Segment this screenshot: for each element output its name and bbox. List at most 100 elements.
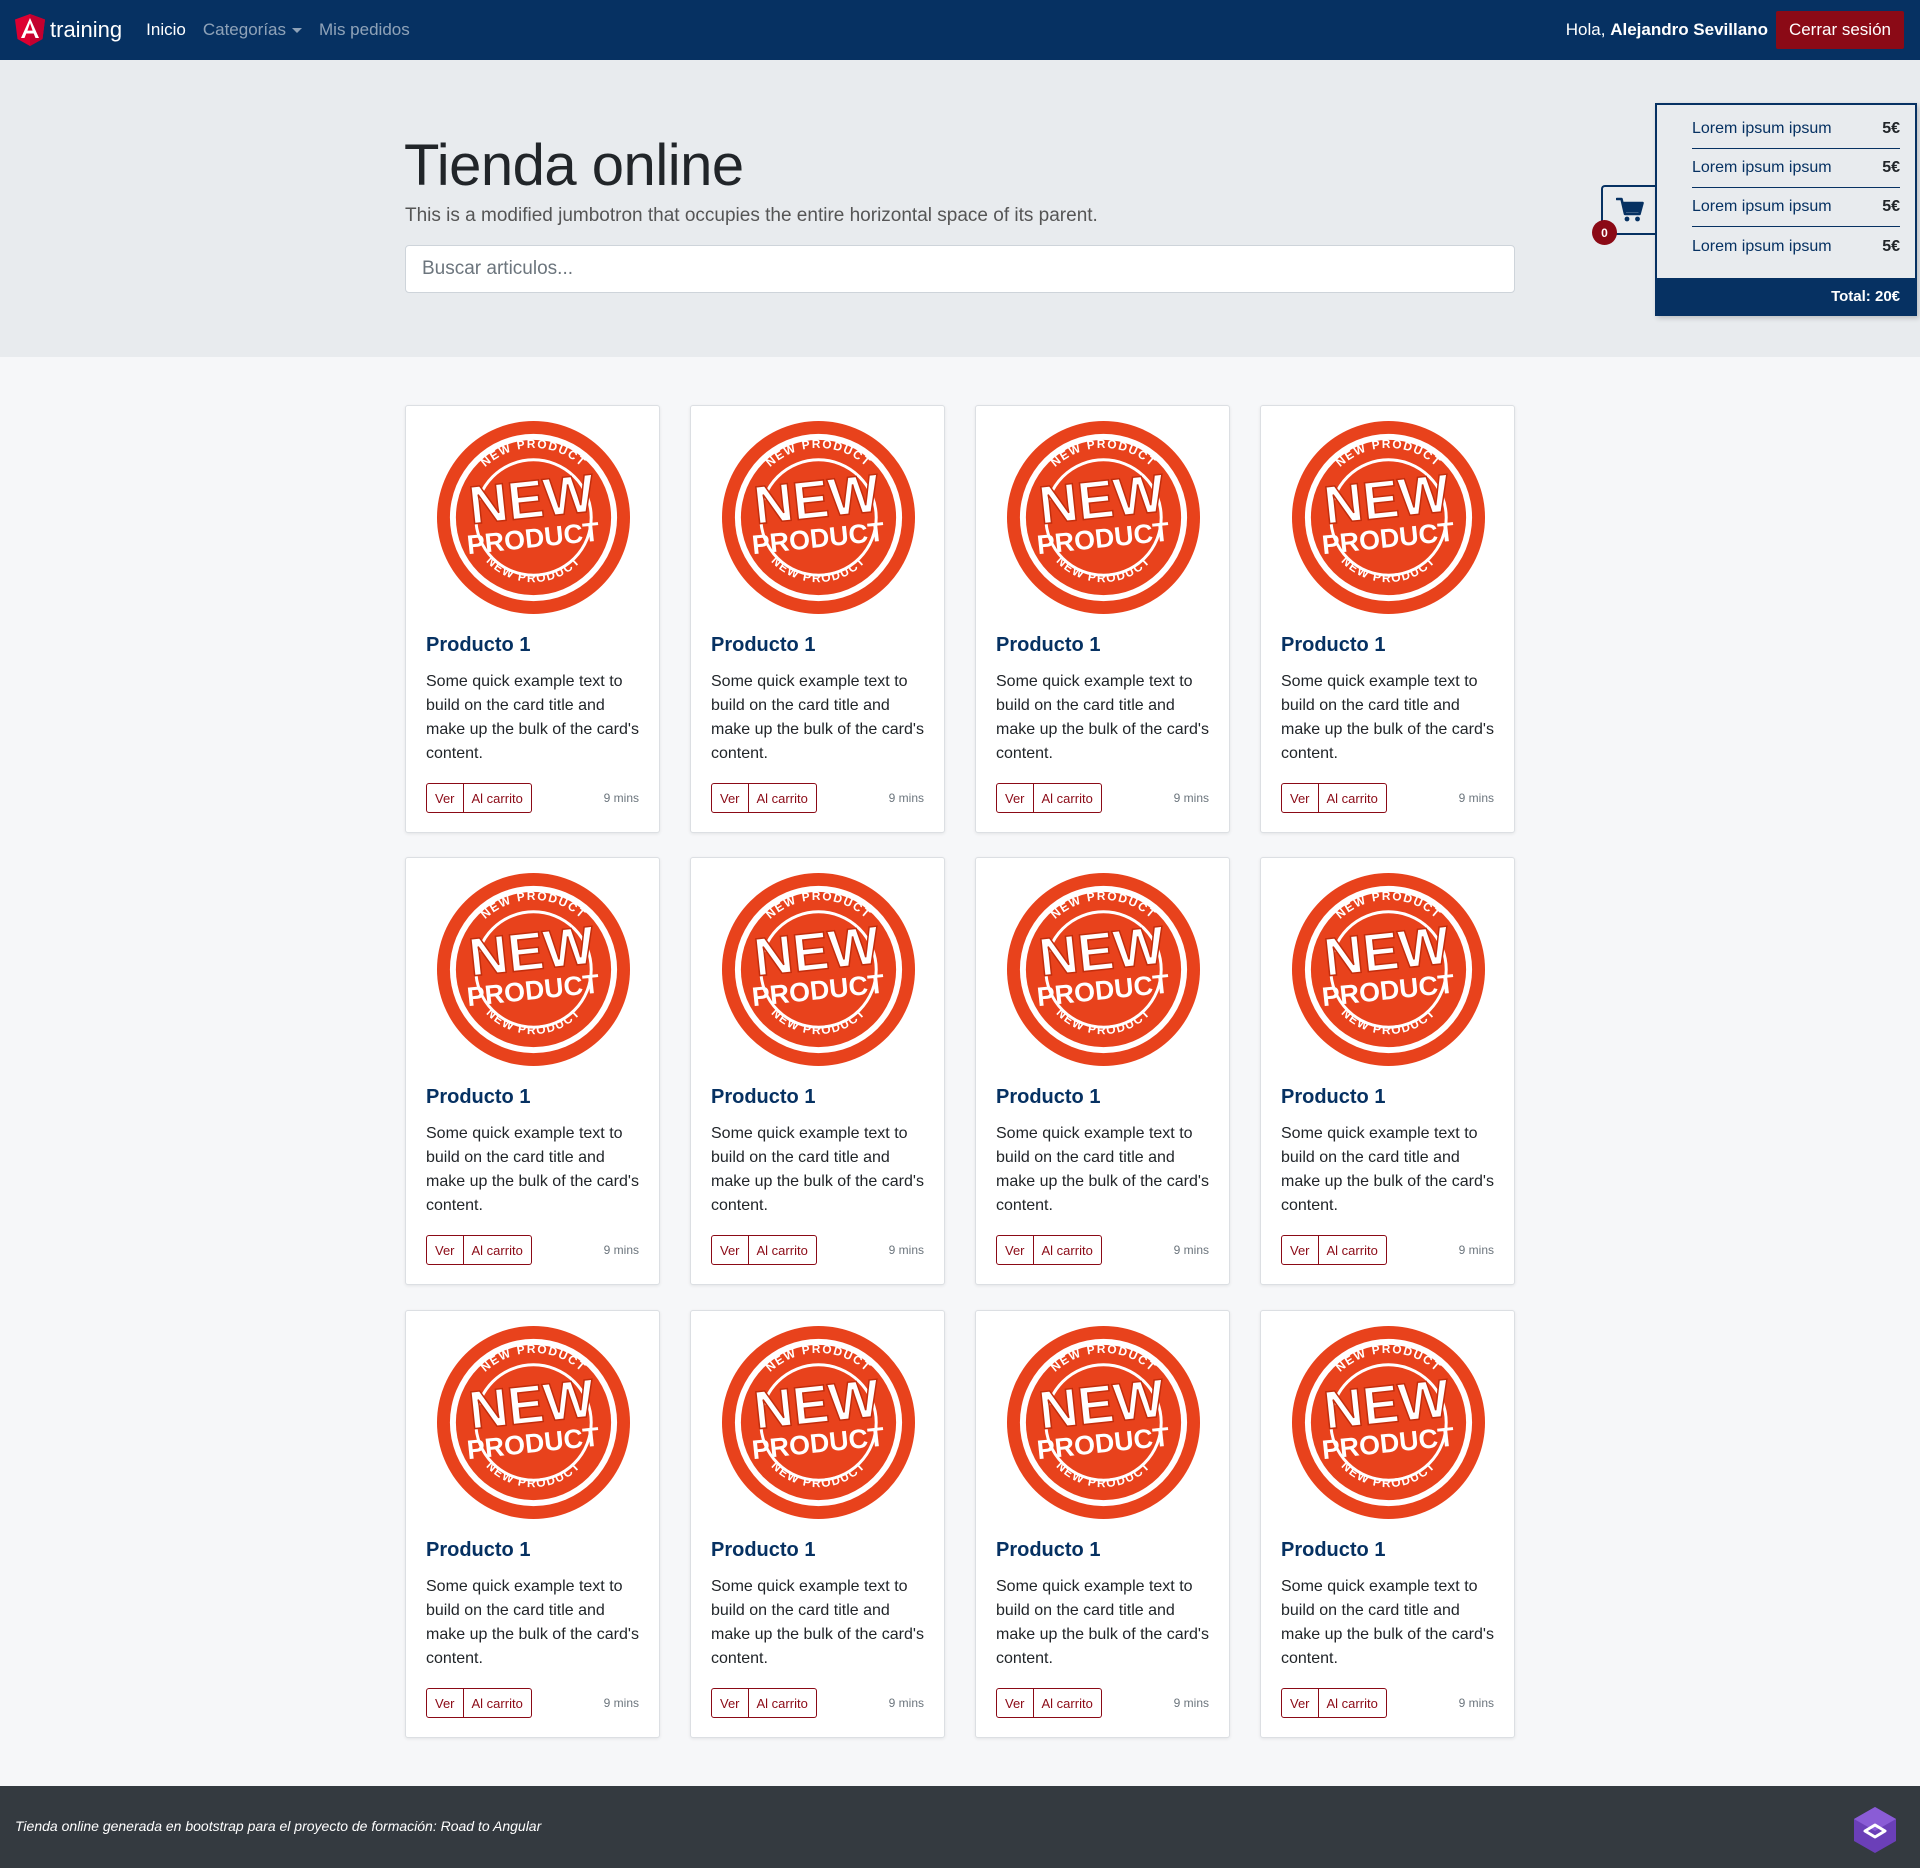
new-product-stamp-icon: NEW PRODUCTNEW PRODUCTNEWPRODUCT bbox=[721, 1325, 916, 1520]
new-product-stamp-icon: NEW PRODUCTNEW PRODUCTNEWPRODUCT bbox=[721, 420, 916, 615]
brand-link[interactable]: training bbox=[14, 13, 122, 47]
product-time: 9 mins bbox=[1458, 1243, 1494, 1257]
cart-item: Lorem ipsum ipsum 5€ bbox=[1692, 149, 1900, 188]
view-product-button[interactable]: Ver bbox=[426, 1688, 464, 1718]
add-to-cart-button[interactable]: Al carrito bbox=[748, 1235, 817, 1265]
product-title: Producto 1 bbox=[1281, 1086, 1386, 1108]
product-actions: Ver Al carrito bbox=[1281, 783, 1387, 813]
product-description: Some quick example text to build on the … bbox=[711, 1578, 924, 1667]
nav-link-categorias[interactable]: Categorías bbox=[203, 20, 303, 40]
product-title: Producto 1 bbox=[711, 1086, 816, 1108]
add-to-cart-button[interactable]: Al carrito bbox=[1318, 1688, 1387, 1718]
cart-panel: Lorem ipsum ipsum 5€ Lorem ipsum ipsum 5… bbox=[1655, 103, 1917, 316]
new-product-stamp-icon: NEW PRODUCTNEW PRODUCTNEWPRODUCT bbox=[1291, 420, 1486, 615]
product-title: Producto 1 bbox=[996, 634, 1101, 656]
product-description: Some quick example text to build on the … bbox=[426, 673, 639, 762]
product-description: Some quick example text to build on the … bbox=[1281, 1578, 1494, 1667]
product-description: Some quick example text to build on the … bbox=[996, 1578, 1209, 1667]
product-title: Producto 1 bbox=[711, 1539, 816, 1561]
cart-total: Total: 20€ bbox=[1657, 278, 1915, 314]
add-to-cart-button[interactable]: Al carrito bbox=[1318, 1235, 1387, 1265]
view-product-button[interactable]: Ver bbox=[996, 783, 1034, 813]
nav-link-inicio[interactable]: Inicio bbox=[146, 20, 186, 40]
view-product-button[interactable]: Ver bbox=[1281, 1688, 1319, 1718]
view-product-button[interactable]: Ver bbox=[711, 1235, 749, 1265]
product-actions: Ver Al carrito bbox=[996, 1688, 1102, 1718]
cart-item-price: 5€ bbox=[1882, 198, 1900, 215]
brand-name: training bbox=[50, 17, 123, 42]
product-description: Some quick example text to build on the … bbox=[426, 1125, 639, 1214]
view-product-button[interactable]: Ver bbox=[996, 1235, 1034, 1265]
add-to-cart-button[interactable]: Al carrito bbox=[463, 1688, 532, 1718]
view-product-button[interactable]: Ver bbox=[1281, 1235, 1319, 1265]
view-product-button[interactable]: Ver bbox=[426, 1235, 464, 1265]
view-product-button[interactable]: Ver bbox=[1281, 783, 1319, 813]
view-product-button[interactable]: Ver bbox=[711, 783, 749, 813]
product-title: Producto 1 bbox=[996, 1086, 1101, 1108]
product-actions: Ver Al carrito bbox=[711, 1235, 817, 1265]
product-card: NEW PRODUCT NEW PRODUCT NEW PRODUCT Producto… bbox=[1260, 405, 1515, 833]
product-time: 9 mins bbox=[1458, 791, 1494, 805]
extension-badge-icon[interactable] bbox=[1850, 1805, 1900, 1855]
new-product-stamp-icon: NEW PRODUCTNEW PRODUCTNEWPRODUCT bbox=[1291, 1325, 1486, 1520]
product-time: 9 mins bbox=[888, 1243, 924, 1257]
product-description: Some quick example text to build on the … bbox=[996, 673, 1209, 762]
product-actions: Ver Al carrito bbox=[1281, 1235, 1387, 1265]
new-product-stamp-icon: NEW PRODUCTNEW PRODUCTNEWPRODUCT bbox=[436, 420, 631, 615]
view-product-button[interactable]: Ver bbox=[711, 1688, 749, 1718]
product-time: 9 mins bbox=[888, 791, 924, 805]
chevron-down-icon bbox=[292, 27, 303, 33]
product-card: NEW PRODUCT NEW PRODUCT NEW PRODUCT Producto… bbox=[690, 1310, 945, 1738]
new-product-stamp-icon: NEW PRODUCTNEW PRODUCTNEWPRODUCT bbox=[1006, 872, 1201, 1067]
add-to-cart-button[interactable]: Al carrito bbox=[1033, 1235, 1102, 1265]
cart-item-price: 5€ bbox=[1882, 237, 1900, 255]
product-title: Producto 1 bbox=[1281, 634, 1386, 656]
product-time: 9 mins bbox=[603, 1696, 639, 1710]
cart-item-name: Lorem ipsum ipsum bbox=[1692, 237, 1832, 255]
cart-item-name: Lorem ipsum ipsum bbox=[1692, 159, 1832, 176]
new-product-stamp-icon: NEW PRODUCTNEW PRODUCTNEWPRODUCT bbox=[1006, 420, 1201, 615]
product-card: NEW PRODUCT NEW PRODUCT NEW PRODUCT Producto… bbox=[975, 857, 1230, 1285]
add-to-cart-button[interactable]: Al carrito bbox=[748, 783, 817, 813]
product-description: Some quick example text to build on the … bbox=[996, 1125, 1209, 1214]
product-time: 9 mins bbox=[888, 1696, 924, 1710]
product-actions: Ver Al carrito bbox=[996, 783, 1102, 813]
page-lead: This is a modified jumbotron that occupi… bbox=[405, 205, 1098, 226]
add-to-cart-button[interactable]: Al carrito bbox=[748, 1688, 817, 1718]
add-to-cart-button[interactable]: Al carrito bbox=[1033, 783, 1102, 813]
user-name: Alejandro Sevillano bbox=[1610, 20, 1768, 39]
product-time: 9 mins bbox=[1173, 1243, 1209, 1257]
product-actions: Ver Al carrito bbox=[426, 1235, 532, 1265]
product-actions: Ver Al carrito bbox=[426, 783, 532, 813]
logout-button[interactable]: Cerrar sesión bbox=[1775, 11, 1904, 49]
page-title: Tienda online bbox=[404, 133, 744, 198]
cart-item: Lorem ipsum ipsum 5€ bbox=[1692, 227, 1900, 266]
product-title: Producto 1 bbox=[996, 1539, 1101, 1561]
view-product-button[interactable]: Ver bbox=[426, 783, 464, 813]
search-input[interactable] bbox=[405, 245, 1515, 293]
cart-item-price: 5€ bbox=[1882, 120, 1900, 137]
add-to-cart-button[interactable]: Al carrito bbox=[1318, 783, 1387, 813]
footer-text: Tienda online generada en bootstrap para… bbox=[15, 1818, 542, 1834]
add-to-cart-button[interactable]: Al carrito bbox=[463, 1235, 532, 1265]
user-greeting: Hola, Alejandro Sevillano bbox=[1566, 20, 1768, 40]
shopping-cart-icon bbox=[1616, 197, 1644, 222]
product-description: Some quick example text to build on the … bbox=[711, 673, 924, 762]
product-card: NEW PRODUCT NEW PRODUCT NEW PRODUCT Producto… bbox=[1260, 1310, 1515, 1738]
product-time: 9 mins bbox=[1458, 1696, 1494, 1710]
product-actions: Ver Al carrito bbox=[996, 1235, 1102, 1265]
product-actions: Ver Al carrito bbox=[1281, 1688, 1387, 1718]
add-to-cart-button[interactable]: Al carrito bbox=[1033, 1688, 1102, 1718]
product-card: NEW PRODUCT NEW PRODUCT NEW PRODUCT Producto… bbox=[405, 1310, 660, 1738]
product-description: Some quick example text to build on the … bbox=[1281, 1125, 1494, 1214]
product-card: NEW PRODUCT NEW PRODUCT NEW PRODUCT Producto… bbox=[1260, 857, 1515, 1285]
add-to-cart-button[interactable]: Al carrito bbox=[463, 783, 532, 813]
view-product-button[interactable]: Ver bbox=[996, 1688, 1034, 1718]
product-card: NEW PRODUCT NEW PRODUCT NEW PRODUCT Producto… bbox=[405, 405, 660, 833]
product-description: Some quick example text to build on the … bbox=[711, 1125, 924, 1214]
cart-item: Lorem ipsum ipsum 5€ bbox=[1692, 110, 1900, 149]
user-area: Hola, Alejandro Sevillano Cerrar sesión bbox=[1566, 11, 1904, 49]
cart-count-badge: 0 bbox=[1592, 220, 1617, 245]
product-actions: Ver Al carrito bbox=[426, 1688, 532, 1718]
nav-link-mis-pedidos[interactable]: Mis pedidos bbox=[319, 20, 410, 40]
